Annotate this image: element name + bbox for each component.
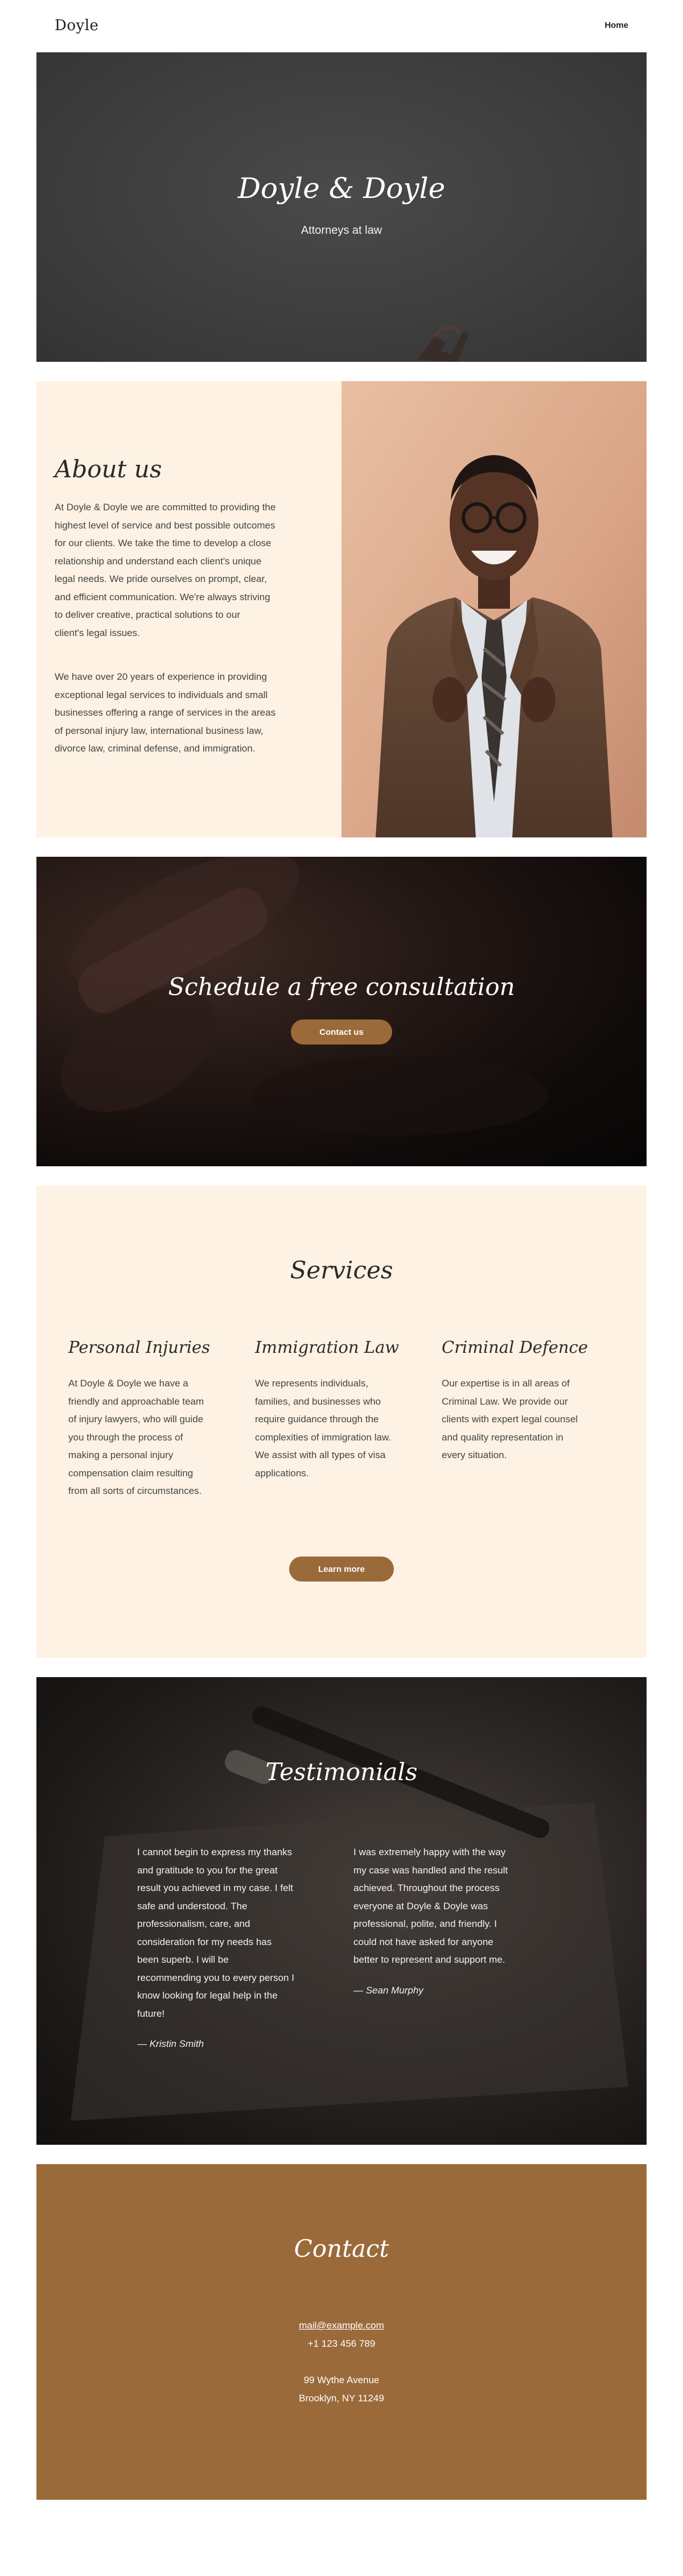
service-description: We represents individuals, families, and…: [255, 1374, 426, 1482]
text-line: divorce law, criminal defense, and immig…: [55, 743, 256, 754]
text-line: At Doyle & Doyle we are committed to pro…: [55, 502, 276, 513]
text-line: exceptional legal services to individual…: [55, 689, 268, 700]
service-criminal-defence: Criminal Defence Our expertise is in all…: [442, 1337, 612, 1464]
text-line: I was extremely happy with the way: [353, 1847, 506, 1857]
text-line: and gratitude to you for the great: [137, 1864, 278, 1876]
pen-and-paper-background-image: [71, 1706, 628, 2121]
text-line: been superb. I will be: [137, 1954, 229, 1965]
text-line: We represents individuals,: [255, 1378, 369, 1389]
hero-subtitle: Attorneys at law: [301, 224, 382, 237]
contact-title: Contact: [294, 2235, 389, 2263]
text-line: know looking for legal help in the: [137, 1990, 278, 2001]
text-line: everyone at Doyle & Doyle was: [353, 1900, 488, 1912]
text-line: from all sorts of circumstances.: [68, 1485, 202, 1496]
text-line: legal needs. We pride ourselves on promp…: [55, 573, 267, 584]
about-paragraph-1: At Doyle & Doyle we are committed to pro…: [55, 498, 328, 642]
hero-section: Doyle & Doyle Attorneys at law: [36, 52, 647, 362]
text-line: and efficient communication. We're alway…: [55, 591, 270, 602]
service-heading: Personal Injuries: [68, 1337, 211, 1357]
about-section: About us At Doyle & Doyle we are committ…: [36, 381, 647, 837]
service-heading: Criminal Defence: [442, 1337, 588, 1357]
nav-home-link[interactable]: Home: [604, 20, 628, 30]
gavel-background-image: [60, 857, 549, 1136]
services-section: Services Personal Injuries At Doyle & Do…: [36, 1186, 647, 1658]
text-line: professionalism, care, and: [137, 1918, 250, 1929]
testimonial-quote: I cannot begin to express my thanks and …: [137, 1843, 331, 2022]
hero-title: Doyle & Doyle: [237, 172, 446, 205]
text-line: require guidance through the: [255, 1414, 379, 1425]
text-line: complexities of immigration law.: [255, 1431, 392, 1443]
service-immigration-law: Immigration Law We represents individual…: [255, 1337, 426, 1482]
text-line: families, and businesses who: [255, 1396, 381, 1407]
text-line: professional, polite, and friendly. I: [353, 1918, 497, 1929]
text-line: and quality representation in: [442, 1431, 563, 1443]
text-line: consideration for my needs has: [137, 1936, 272, 1947]
text-line: my case was handled and the result: [353, 1864, 508, 1876]
testimonials-title: Testimonials: [265, 1758, 418, 1786]
text-line: achieved. Throughout the process: [353, 1883, 500, 1893]
text-line: future!: [137, 2008, 165, 2019]
text-line: businesses offering a range of services …: [55, 707, 276, 718]
service-heading: Immigration Law: [255, 1337, 400, 1357]
about-title: About us: [55, 455, 162, 483]
text-line: making a personal injury: [68, 1450, 174, 1460]
service-description: Our expertise is in all areas of Crimina…: [442, 1374, 612, 1464]
text-line: of injury lawyers, who will guide: [68, 1414, 204, 1425]
text-line: relationship and understand each client'…: [55, 555, 262, 567]
text-line: compensation claim resulting: [68, 1467, 194, 1479]
text-line: clients with expert legal counsel: [442, 1414, 578, 1425]
text-line: Our expertise is in all areas of: [442, 1378, 570, 1389]
contact-email-row: mail@example.com: [36, 2320, 647, 2331]
text-line: for our clients. We take the time to dev…: [55, 538, 271, 548]
text-line: every situation.: [442, 1450, 507, 1460]
learn-more-button[interactable]: Learn more: [289, 1557, 394, 1582]
text-line: safe and understood. The: [137, 1900, 248, 1912]
text-line: We assist with all types of visa: [255, 1450, 386, 1460]
text-line: you through the process of: [68, 1431, 183, 1443]
text-line: We have over 20 years of experience in p…: [55, 671, 267, 682]
gavel-silhouette-icon: [418, 325, 469, 362]
text-line: friendly and approachable team: [68, 1396, 204, 1407]
testimonial-author: — Sean Murphy: [353, 1984, 423, 1996]
contact-us-button[interactable]: Contact us: [291, 1019, 392, 1045]
text-line: of personal injury law, international bu…: [55, 725, 264, 736]
testimonial-card: I was extremely happy with the way my ca…: [353, 1843, 547, 1996]
service-personal-injuries: Personal Injuries At Doyle & Doyle we ha…: [68, 1337, 239, 1500]
service-description: At Doyle & Doyle we have a friendly and …: [68, 1374, 239, 1500]
text-line: recommending you to every person I: [137, 1972, 294, 1983]
text-line: client's legal issues.: [55, 627, 140, 638]
text-line: better to represent and support me.: [353, 1954, 505, 1965]
text-line: could not have asked for anyone: [353, 1936, 493, 1947]
consultation-section: Schedule a free consultation Contact us: [36, 857, 647, 1166]
contact-email-link[interactable]: mail@example.com: [299, 2320, 384, 2331]
attorney-portrait-image: [342, 381, 647, 837]
text-line: highest level of service and best possib…: [55, 519, 275, 531]
site-logo[interactable]: Doyle: [55, 17, 98, 34]
contact-address-line-1: 99 Wythe Avenue: [303, 2375, 380, 2385]
text-line: to deliver creative, practical solutions…: [55, 609, 240, 620]
testimonials-section: Testimonials I cannot begin to express m…: [36, 1677, 647, 2145]
text-line: I cannot begin to express my thanks: [137, 1847, 293, 1857]
contact-section: Contact mail@example.com +1 123 456 789 …: [36, 2164, 647, 2500]
attorney-portrait-illustration: [342, 381, 647, 837]
text-line: Criminal Law. We provide our: [442, 1396, 568, 1407]
site-header: Doyle Home: [0, 0, 683, 52]
text-line: result you achieved in my case. I felt: [137, 1883, 294, 1893]
consultation-title: Schedule a free consultation: [168, 973, 515, 1001]
about-paragraph-2: We have over 20 years of experience in p…: [55, 668, 328, 758]
contact-address-line-2: Brooklyn, NY 11249: [299, 2393, 384, 2404]
contact-phone: +1 123 456 789: [307, 2338, 376, 2349]
services-title: Services: [290, 1256, 393, 1284]
text-line: applications.: [255, 1467, 309, 1479]
testimonial-card: I cannot begin to express my thanks and …: [137, 1843, 331, 2050]
text-line: At Doyle & Doyle we have a: [68, 1378, 188, 1389]
testimonial-author: — Kristin Smith: [137, 2038, 204, 2049]
testimonial-quote: I was extremely happy with the way my ca…: [353, 1843, 547, 1969]
